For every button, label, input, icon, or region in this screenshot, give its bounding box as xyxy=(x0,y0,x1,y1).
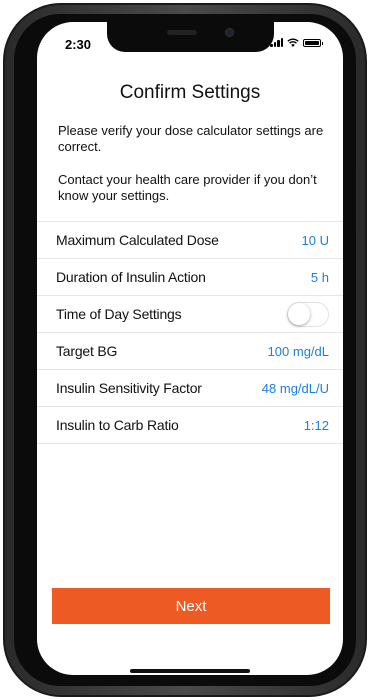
notch xyxy=(107,22,274,52)
signal-icon xyxy=(270,38,283,47)
toggle-knob xyxy=(288,302,310,325)
verify-instructions: Please verify your dose calculator setti… xyxy=(58,123,324,154)
setting-value: 48 mg/dL/U xyxy=(261,380,329,396)
setting-value: 5 h xyxy=(310,269,329,285)
setting-value: 1:12 xyxy=(303,417,329,433)
app-screen: 2:30 Confirm Settings Please verify your… xyxy=(37,22,343,675)
setting-row-insulin-action[interactable]: Duration of Insulin Action 5 h xyxy=(37,259,343,296)
front-camera xyxy=(225,28,234,37)
status-time: 2:30 xyxy=(65,37,92,52)
wifi-icon xyxy=(287,38,299,47)
home-indicator[interactable] xyxy=(130,669,250,673)
setting-row-carb-ratio[interactable]: Insulin to Carb Ratio 1:12 xyxy=(37,407,343,444)
battery-icon xyxy=(303,39,323,47)
time-of-day-toggle[interactable] xyxy=(287,301,329,327)
setting-row-time-of-day: Time of Day Settings xyxy=(37,296,343,333)
setting-value: 100 mg/dL xyxy=(267,343,329,359)
setting-label: Insulin to Carb Ratio xyxy=(56,417,179,433)
setting-label: Time of Day Settings xyxy=(56,306,182,322)
setting-label: Duration of Insulin Action xyxy=(56,269,206,285)
setting-value: 10 U xyxy=(301,232,329,248)
status-icons xyxy=(270,38,323,47)
setting-row-sensitivity-factor[interactable]: Insulin Sensitivity Factor 48 mg/dL/U xyxy=(37,370,343,407)
setting-row-target-bg[interactable]: Target BG 100 mg/dL xyxy=(37,333,343,370)
setting-label: Insulin Sensitivity Factor xyxy=(56,380,202,396)
setting-label: Maximum Calculated Dose xyxy=(56,232,219,248)
setting-row-max-dose[interactable]: Maximum Calculated Dose 10 U xyxy=(37,222,343,259)
speaker-grille xyxy=(167,30,197,35)
settings-list: Maximum Calculated Dose 10 U Duration of… xyxy=(37,221,343,444)
setting-label: Target BG xyxy=(56,343,118,359)
contact-instructions: Contact your health care provider if you… xyxy=(58,172,317,203)
page-title: Confirm Settings xyxy=(119,82,261,103)
next-button[interactable]: Next xyxy=(52,588,330,624)
